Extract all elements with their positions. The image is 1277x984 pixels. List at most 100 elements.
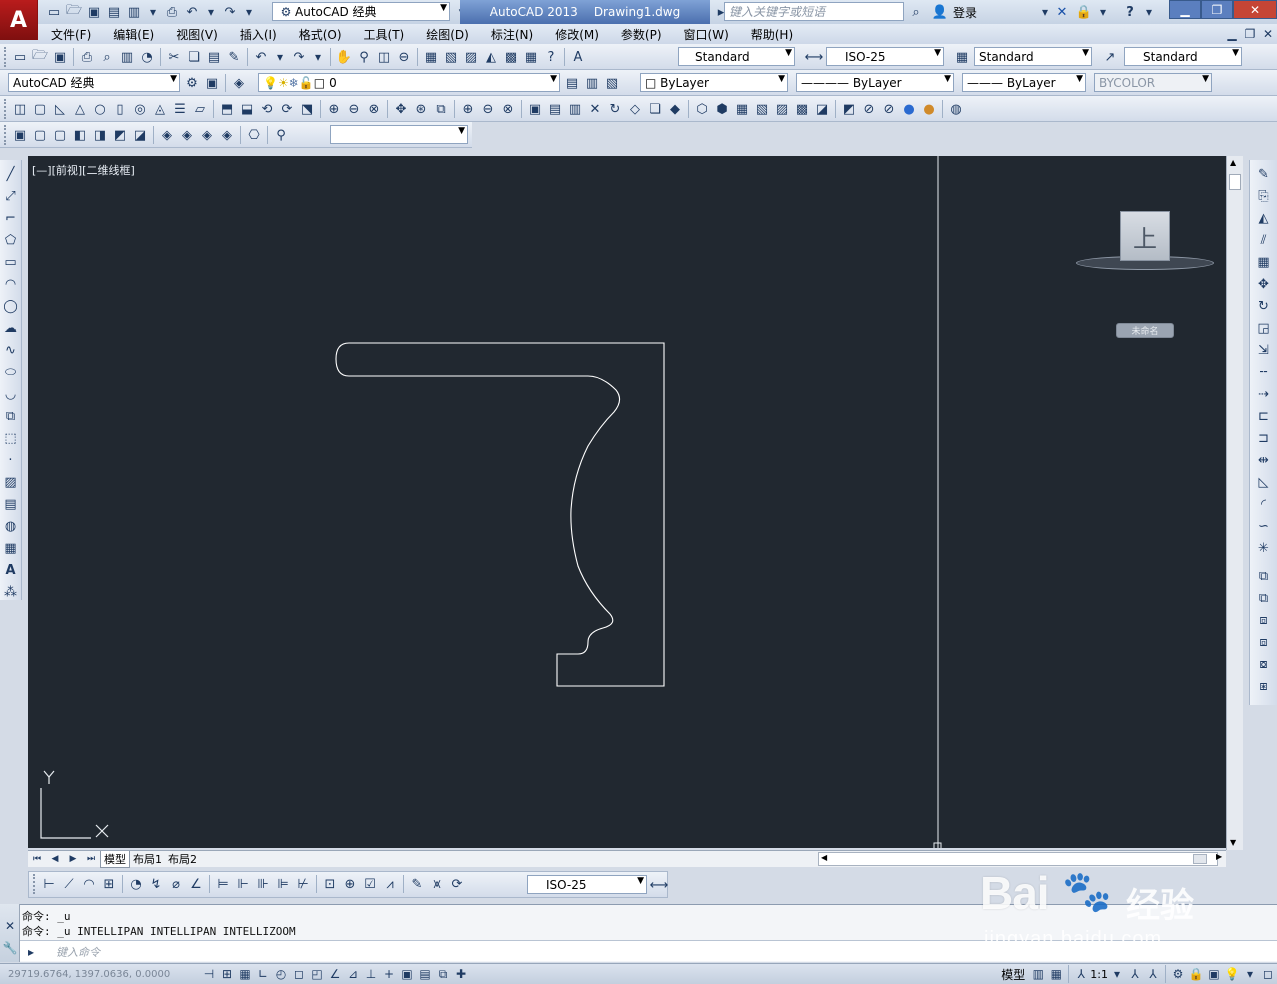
match-properties-icon[interactable]: ✎ bbox=[224, 47, 244, 67]
menu-insert[interactable]: 插入(I) bbox=[229, 26, 288, 43]
cut-icon[interactable]: ✂ bbox=[164, 47, 184, 67]
multileader-style-icon[interactable]: ↗ bbox=[1100, 47, 1120, 67]
save-workspace-icon[interactable]: ▣ bbox=[202, 73, 222, 93]
subtract-icon[interactable]: ⊖ bbox=[344, 99, 364, 119]
annotation-monitor-icon[interactable]: ✚ bbox=[452, 964, 470, 984]
workspace-settings-icon[interactable]: ⚙ bbox=[182, 73, 202, 93]
draworder-above-icon[interactable]: ⧈ bbox=[1254, 609, 1274, 631]
quick-dim-icon[interactable]: ⊨ bbox=[213, 874, 233, 894]
table-icon[interactable]: ▦ bbox=[1, 537, 21, 559]
conceptual-icon[interactable]: ● bbox=[919, 99, 939, 119]
ortho-mode-icon[interactable]: ∟ bbox=[254, 964, 272, 984]
visual-style-manager-icon[interactable]: ◍ bbox=[946, 99, 966, 119]
plot-icon[interactable]: ⎙ bbox=[162, 2, 182, 22]
dim-break-icon[interactable]: ⊬ bbox=[293, 874, 313, 894]
model-space-toggle[interactable]: 模型 bbox=[997, 966, 1029, 983]
zoom-previous-icon[interactable]: ⊖ bbox=[394, 47, 414, 67]
help-dropdown-icon[interactable]: ▾ bbox=[1140, 2, 1158, 22]
construction-line-icon[interactable]: ⤢ bbox=[1, 185, 21, 207]
scale-icon[interactable]: ◲ bbox=[1254, 317, 1274, 339]
menu-parametric[interactable]: 参数(P) bbox=[610, 26, 673, 43]
radius-dim-icon[interactable]: ◔ bbox=[126, 874, 146, 894]
revision-cloud-icon[interactable]: ☁ bbox=[1, 317, 21, 339]
text-style-combo[interactable]: Standard ▼ bbox=[678, 47, 795, 66]
lineweight-combo[interactable]: ——— ByLayer ▼ bbox=[962, 73, 1086, 92]
zoom-realtime-icon[interactable]: ⚲ bbox=[354, 47, 374, 67]
polygon-icon[interactable]: ⬠ bbox=[1, 229, 21, 251]
nw-iso-icon[interactable]: ◈ bbox=[217, 125, 237, 145]
statusbar-menu-icon[interactable]: ▾ bbox=[1241, 964, 1259, 984]
subtract-blue-icon[interactable]: ⊖ bbox=[478, 99, 498, 119]
calculator-icon[interactable]: ▦ bbox=[521, 47, 541, 67]
table-style-icon[interactable]: ▦ bbox=[952, 47, 972, 67]
help-icon[interactable]: ? bbox=[1120, 2, 1140, 22]
named-views-icon[interactable]: ▣ bbox=[10, 125, 30, 145]
annotation-visibility-icon[interactable]: ⅄ bbox=[1126, 964, 1144, 984]
quick-view-layouts-icon[interactable]: ▥ bbox=[1029, 964, 1047, 984]
menu-dimension[interactable]: 标注(N) bbox=[480, 26, 544, 43]
check-icon[interactable]: ◪ bbox=[812, 99, 832, 119]
gradient-icon[interactable]: ▤ bbox=[1, 493, 21, 515]
realistic-icon[interactable]: ● bbox=[899, 99, 919, 119]
join-icon[interactable]: ⇹ bbox=[1254, 449, 1274, 471]
3d-align-icon[interactable]: ⧉ bbox=[431, 99, 451, 119]
color-edges-icon[interactable]: ⬢ bbox=[712, 99, 732, 119]
annotation-scale-value[interactable]: 1:1 bbox=[1090, 968, 1108, 981]
undo-icon[interactable]: ↶ bbox=[251, 47, 271, 67]
lineweight-icon[interactable]: + bbox=[380, 964, 398, 984]
undo-icon[interactable]: ↶ bbox=[182, 2, 202, 22]
polysolid-icon[interactable]: ◫ bbox=[10, 99, 30, 119]
search-input[interactable]: 键入关键字或短语 bbox=[724, 2, 904, 21]
stretch-icon[interactable]: ⇲ bbox=[1254, 339, 1274, 361]
dim-style-manager-icon[interactable]: ⟷ bbox=[649, 875, 669, 895]
save-icon[interactable]: ▣ bbox=[50, 47, 70, 67]
sw-iso-icon[interactable]: ◈ bbox=[157, 125, 177, 145]
text-front-icon[interactable]: ⧇ bbox=[1254, 653, 1274, 675]
polyline-icon[interactable]: ⌐ bbox=[1, 207, 21, 229]
menu-view[interactable]: 视图(V) bbox=[165, 26, 229, 43]
point-icon[interactable]: · bbox=[1, 449, 21, 471]
region-icon[interactable]: ◍ bbox=[1, 515, 21, 537]
left-view-icon[interactable]: ◧ bbox=[70, 125, 90, 145]
offset-faces-icon[interactable]: ▥ bbox=[565, 99, 585, 119]
spline-icon[interactable]: ∿ bbox=[1, 339, 21, 361]
move-faces-icon[interactable]: ▤ bbox=[545, 99, 565, 119]
back-view-icon[interactable]: ◪ bbox=[130, 125, 150, 145]
array-icon[interactable]: ▦ bbox=[1254, 251, 1274, 273]
offset-icon[interactable]: ⫽ bbox=[1254, 229, 1274, 251]
make-block-icon[interactable]: ⬚ bbox=[1, 427, 21, 449]
explode-icon[interactable]: ✳ bbox=[1254, 537, 1274, 559]
pyramid-icon[interactable]: ◬ bbox=[150, 99, 170, 119]
redo-icon[interactable]: ↷ bbox=[220, 2, 240, 22]
plot-preview-icon[interactable]: ⌕ bbox=[97, 47, 117, 67]
cylinder-icon[interactable]: ▯ bbox=[110, 99, 130, 119]
tool-palettes-icon[interactable]: ▨ bbox=[461, 47, 481, 67]
add-selected-icon[interactable]: ⁂ bbox=[1, 581, 21, 603]
erase-icon[interactable]: ✎ bbox=[1254, 163, 1274, 185]
draworder-under-icon[interactable]: ⧈ bbox=[1254, 631, 1274, 653]
menu-modify[interactable]: 修改(M) bbox=[544, 26, 610, 43]
dim-style-icon[interactable]: ⟷ bbox=[804, 47, 824, 67]
save-icon[interactable]: ▣ bbox=[84, 2, 104, 22]
publish-icon[interactable]: ▥ bbox=[117, 47, 137, 67]
workspace-combo[interactable]: AutoCAD 经典 ▼ bbox=[8, 73, 180, 92]
undo-dropdown-icon[interactable]: ▾ bbox=[271, 47, 289, 67]
tolerance-icon[interactable]: ⊡ bbox=[320, 874, 340, 894]
fillet-icon[interactable]: ◜ bbox=[1254, 493, 1274, 515]
color-faces-icon[interactable]: ◆ bbox=[665, 99, 685, 119]
hatch-icon[interactable]: ▨ bbox=[1, 471, 21, 493]
mirror-icon[interactable]: ◭ bbox=[1254, 207, 1274, 229]
baseline-dim-icon[interactable]: ⊩ bbox=[233, 874, 253, 894]
doc-minimize-icon[interactable]: ▁ bbox=[1223, 24, 1241, 44]
delete-faces-icon[interactable]: ✕ bbox=[585, 99, 605, 119]
intersect-blue-icon[interactable]: ⊗ bbox=[498, 99, 518, 119]
dim-text-edit-icon[interactable]: ⩙ bbox=[427, 874, 447, 894]
dim-style-toolbar-combo[interactable]: ISO-25 ▼ bbox=[527, 875, 647, 894]
break-at-point-icon[interactable]: ⊏ bbox=[1254, 405, 1274, 427]
application-menu-button[interactable]: A bbox=[0, 0, 38, 40]
layer-properties-icon[interactable]: ◈ bbox=[229, 73, 249, 93]
plot-icon[interactable]: ⎙ bbox=[77, 47, 97, 67]
prev-tab-icon[interactable]: ◀ bbox=[46, 849, 64, 869]
sheet-set-icon[interactable]: ◭ bbox=[481, 47, 501, 67]
front-view-icon[interactable]: ◩ bbox=[110, 125, 130, 145]
